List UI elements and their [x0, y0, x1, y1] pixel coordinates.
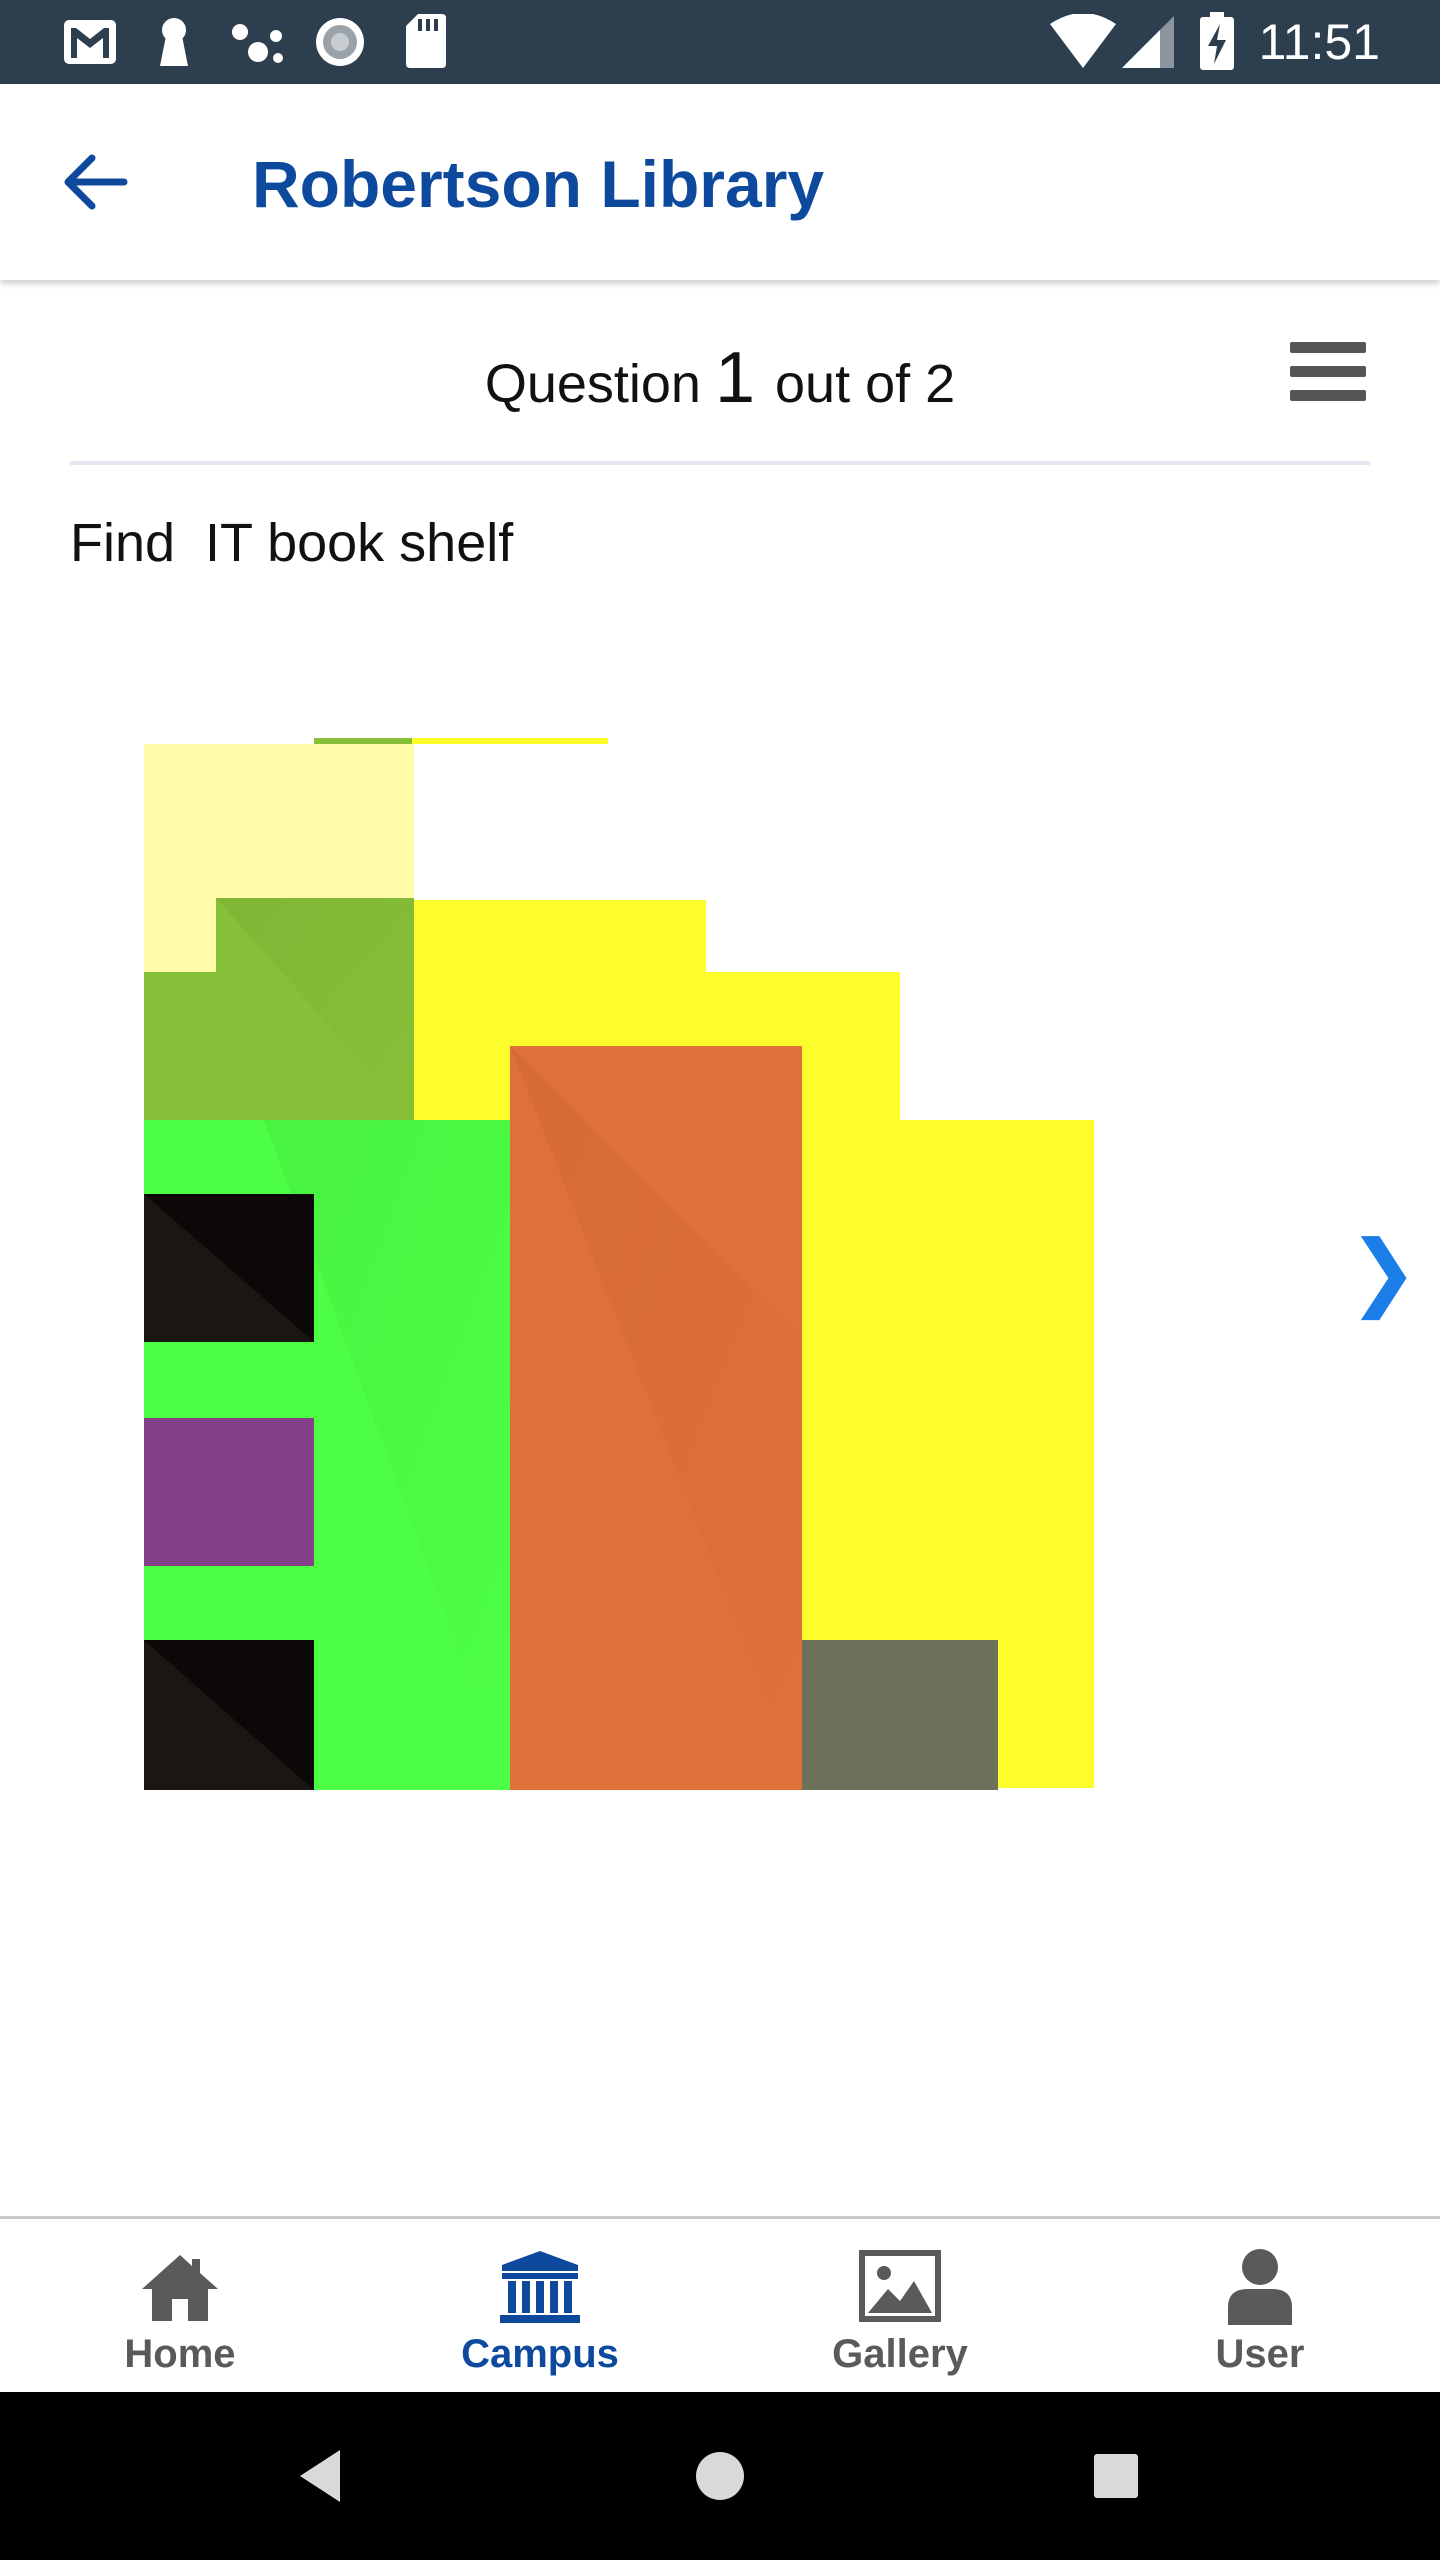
status-bar: 11:51: [0, 0, 1440, 84]
nav-home[interactable]: Home: [0, 2219, 360, 2395]
map-zone-purple[interactable]: [144, 1418, 314, 1566]
back-arrow-icon: [64, 154, 128, 210]
bottom-navigation: Home Campus Gallery User: [0, 2216, 1440, 2395]
divider: [70, 461, 1370, 465]
recents-square-icon[interactable]: [1076, 2436, 1156, 2516]
map-zone-black-top[interactable]: [144, 1194, 314, 1342]
chevron-right-icon: ❯: [1348, 1224, 1419, 1318]
system-navigation-bar: [0, 2392, 1440, 2560]
battery-charging-icon: [1200, 12, 1234, 70]
next-question-button[interactable]: ❯: [1348, 1226, 1418, 1316]
sync-icon: [316, 18, 364, 66]
home-icon: [142, 2255, 218, 2321]
nav-campus-label: Campus: [461, 2332, 619, 2376]
nav-home-label: Home: [124, 2332, 236, 2376]
library-floor-map: [144, 738, 1094, 1790]
gallery-image-icon: [859, 2250, 941, 2322]
home-circle-icon[interactable]: [680, 2436, 760, 2516]
back-button[interactable]: [56, 140, 140, 224]
back-triangle-icon[interactable]: [284, 2436, 364, 2516]
user-icon: [1228, 2249, 1292, 2325]
map-line-yellow: [412, 738, 608, 744]
question-number: 1: [714, 338, 756, 418]
gmail-icon: [64, 20, 116, 64]
map-zone-black-bottom[interactable]: [144, 1640, 314, 1790]
assistant-dots-icon: [232, 24, 283, 63]
nav-campus[interactable]: Campus: [360, 2219, 720, 2395]
nav-user[interactable]: User: [1080, 2219, 1440, 2395]
page-title: Robertson Library: [252, 147, 825, 221]
map-zone-grey[interactable]: [802, 1640, 998, 1790]
signal-icon: [1122, 16, 1174, 68]
question-instruction: Find IT book shelf: [70, 513, 514, 573]
keyhole-icon: [160, 18, 188, 66]
map-line-green: [314, 738, 412, 744]
hamburger-menu-icon: [1290, 342, 1366, 353]
sd-card-icon: [406, 14, 446, 68]
app-bar: Robertson Library: [0, 84, 1440, 280]
status-time: 11:51: [1258, 14, 1380, 70]
question-label: Question: [484, 354, 701, 414]
wifi-icon: [1050, 14, 1116, 68]
nav-gallery[interactable]: Gallery: [720, 2219, 1080, 2395]
nav-gallery-label: Gallery: [832, 2332, 968, 2376]
question-total: out of 2: [775, 354, 956, 414]
question-counter: Question 1 out of 2: [70, 328, 1370, 434]
question-menu-button[interactable]: [1290, 340, 1370, 410]
question-header: Question 1 out of 2: [70, 320, 1370, 440]
map-zone-orange[interactable]: [510, 1046, 802, 1790]
nav-user-label: User: [1215, 2332, 1305, 2376]
campus-building-icon: [500, 2251, 580, 2323]
